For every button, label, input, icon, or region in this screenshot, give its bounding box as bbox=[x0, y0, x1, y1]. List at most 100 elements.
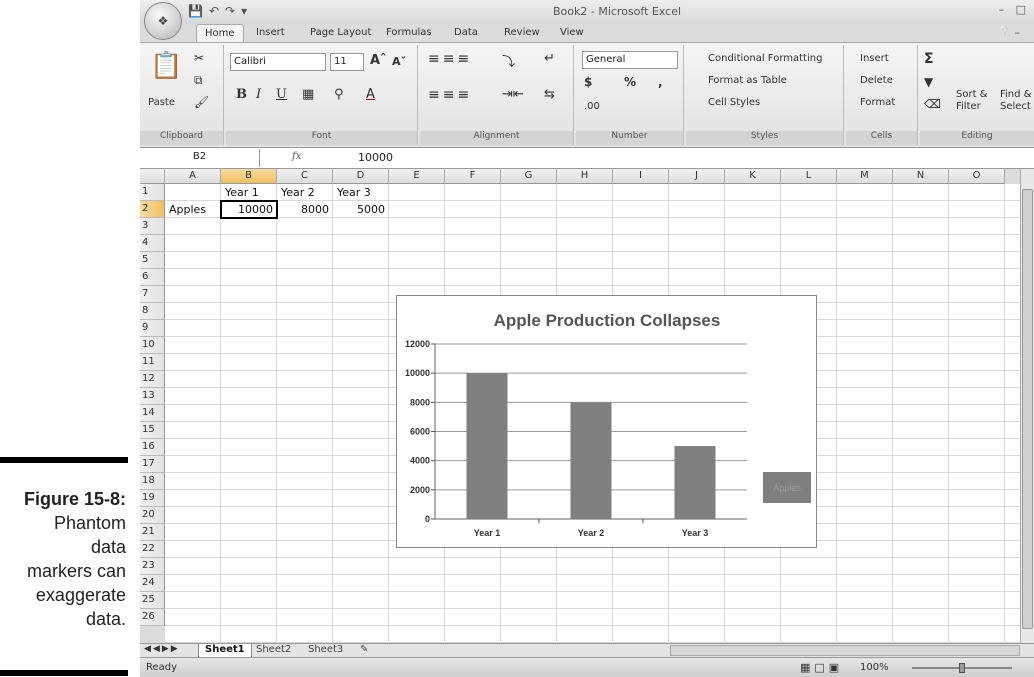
row-header-24[interactable]: 24 bbox=[140, 575, 165, 592]
row-header-11[interactable]: 11 bbox=[140, 354, 165, 371]
column-header-c[interactable]: C bbox=[277, 169, 333, 184]
row-header-7[interactable]: 7 bbox=[140, 286, 165, 303]
orientation-icon[interactable]: ⤵ bbox=[502, 51, 515, 70]
row-header-12[interactable]: 12 bbox=[140, 371, 165, 388]
wrap-text-icon[interactable]: ↵ bbox=[544, 51, 555, 66]
select-all-corner[interactable] bbox=[140, 169, 165, 184]
vertical-align-icons[interactable]: ≡≡≡ bbox=[428, 51, 472, 67]
clear-icon[interactable]: ⌫ bbox=[924, 97, 941, 111]
row-header-19[interactable]: 19 bbox=[140, 490, 165, 507]
row-header-26[interactable]: 26 bbox=[140, 609, 165, 626]
row-header-20[interactable]: 20 bbox=[140, 507, 165, 524]
column-header-n[interactable]: N bbox=[893, 169, 949, 184]
row-header-17[interactable]: 17 bbox=[140, 456, 165, 473]
column-header-b[interactable]: B bbox=[221, 169, 277, 184]
row-header-14[interactable]: 14 bbox=[140, 405, 165, 422]
column-header-e[interactable]: E bbox=[389, 169, 445, 184]
cell-A2[interactable]: Apples bbox=[166, 201, 220, 218]
horizontal-align-icons[interactable]: ≡≡≡ bbox=[428, 87, 472, 103]
row-header-9[interactable]: 9 bbox=[140, 320, 165, 337]
row-header-2[interactable]: 2 bbox=[140, 201, 165, 218]
paste-button[interactable]: Paste bbox=[148, 97, 175, 108]
zoom-slider[interactable] bbox=[912, 663, 1012, 673]
tab-page-layout[interactable]: Page Layout bbox=[310, 27, 371, 38]
row-header-1[interactable]: 1 bbox=[140, 184, 165, 201]
bold-button[interactable]: B bbox=[236, 87, 247, 102]
row-header-16[interactable]: 16 bbox=[140, 439, 165, 456]
zoom-level[interactable]: 100% bbox=[860, 662, 889, 673]
tab-insert[interactable]: Insert bbox=[256, 27, 285, 38]
number-format-select[interactable]: General bbox=[582, 51, 678, 69]
font-name-select[interactable]: Calibri bbox=[230, 53, 326, 71]
cell-B1[interactable]: Year 1 bbox=[222, 184, 276, 201]
column-header-g[interactable]: G bbox=[501, 169, 557, 184]
cell-D1[interactable]: Year 3 bbox=[334, 184, 388, 201]
currency-button[interactable]: $ bbox=[584, 75, 592, 89]
row-header-15[interactable]: 15 bbox=[140, 422, 165, 439]
copy-icon[interactable]: ⧉ bbox=[194, 73, 203, 88]
row-header-10[interactable]: 10 bbox=[140, 337, 165, 354]
office-button[interactable]: ❖ bbox=[144, 2, 182, 40]
column-header-j[interactable]: J bbox=[669, 169, 725, 184]
cell-styles-button[interactable]: Cell Styles bbox=[708, 97, 760, 108]
fill-icon[interactable]: ▼ bbox=[924, 75, 933, 89]
indent-icons[interactable]: ⇥⇤ bbox=[502, 87, 524, 102]
paste-icon[interactable]: 📋 bbox=[150, 51, 182, 81]
delete-cells-button[interactable]: Delete bbox=[860, 75, 893, 86]
italic-button[interactable]: I bbox=[256, 87, 261, 102]
grow-font-icon[interactable]: Aˆ bbox=[370, 53, 387, 68]
cell-grid[interactable]: Year 1 Year 2 Year 3 Apples 10000 8000 5… bbox=[165, 184, 1027, 643]
sheet-tab-1[interactable]: Sheet1 bbox=[198, 644, 252, 657]
tab-home[interactable]: Home bbox=[196, 24, 244, 43]
find-select-button[interactable]: Find & bbox=[1000, 89, 1031, 100]
conditional-formatting-button[interactable]: Conditional Formatting bbox=[708, 53, 822, 64]
sheet-tab-2[interactable]: Sheet2 bbox=[250, 644, 297, 657]
row-header-3[interactable]: 3 bbox=[140, 218, 165, 235]
cell-C1[interactable]: Year 2 bbox=[278, 184, 332, 201]
row-header-23[interactable]: 23 bbox=[140, 558, 165, 575]
row-header-21[interactable]: 21 bbox=[140, 524, 165, 541]
comma-button[interactable]: , bbox=[658, 75, 663, 89]
cell-C2[interactable]: 8000 bbox=[278, 201, 332, 218]
column-header-l[interactable]: L bbox=[781, 169, 837, 184]
vertical-scrollbar[interactable] bbox=[1020, 169, 1034, 643]
insert-function-icon[interactable]: fx bbox=[292, 151, 301, 162]
insert-sheet-icon[interactable]: ✎ bbox=[354, 644, 374, 657]
column-header-i[interactable]: I bbox=[613, 169, 669, 184]
row-header-5[interactable]: 5 bbox=[140, 252, 165, 269]
format-as-table-button[interactable]: Format as Table bbox=[708, 75, 787, 86]
tab-view[interactable]: View bbox=[560, 27, 584, 38]
insert-cells-button[interactable]: Insert bbox=[860, 53, 889, 64]
cut-icon[interactable]: ✂ bbox=[194, 51, 204, 65]
format-painter-icon[interactable]: 🖌 bbox=[194, 95, 209, 109]
shrink-font-icon[interactable]: Aˇ bbox=[392, 55, 406, 68]
row-header-13[interactable]: 13 bbox=[140, 388, 165, 405]
horizontal-scrollbar[interactable] bbox=[670, 645, 1020, 656]
decimal-buttons[interactable]: .00 bbox=[584, 101, 600, 112]
chart-object[interactable]: Apple Production Collapses 0 2000 4000 6000… bbox=[396, 295, 817, 548]
column-header-f[interactable]: F bbox=[445, 169, 501, 184]
sort-filter-button[interactable]: Sort & bbox=[956, 89, 987, 100]
window-controls[interactable]: – □ bbox=[999, 3, 1030, 16]
column-header-o[interactable]: O bbox=[949, 169, 1005, 184]
help-icon[interactable]: ❔ – bbox=[997, 26, 1020, 39]
fill-color-icon[interactable]: ⚲ bbox=[334, 87, 344, 102]
format-cells-button[interactable]: Format bbox=[860, 97, 895, 108]
tab-data[interactable]: Data bbox=[454, 27, 478, 38]
sheet-nav-arrows-icon[interactable]: ◀◀▶▶ bbox=[144, 644, 180, 654]
font-color-icon[interactable]: A bbox=[366, 87, 375, 102]
column-header-m[interactable]: M bbox=[837, 169, 893, 184]
column-header-d[interactable]: D bbox=[333, 169, 389, 184]
cell-D2[interactable]: 5000 bbox=[334, 201, 388, 218]
zoom-slider-thumb[interactable] bbox=[959, 663, 965, 673]
row-header-25[interactable]: 25 bbox=[140, 592, 165, 609]
row-header-18[interactable]: 18 bbox=[140, 473, 165, 490]
merge-center-icon[interactable]: ⇆ bbox=[544, 87, 555, 102]
name-box[interactable]: B2 bbox=[140, 149, 260, 167]
column-header-a[interactable]: A bbox=[165, 169, 221, 184]
row-header-22[interactable]: 22 bbox=[140, 541, 165, 558]
vertical-scroll-thumb[interactable] bbox=[1022, 189, 1033, 629]
borders-icon[interactable]: ▦ bbox=[302, 87, 314, 102]
sheet-tab-3[interactable]: Sheet3 bbox=[302, 644, 349, 657]
formula-input[interactable]: 10000 bbox=[358, 151, 393, 164]
